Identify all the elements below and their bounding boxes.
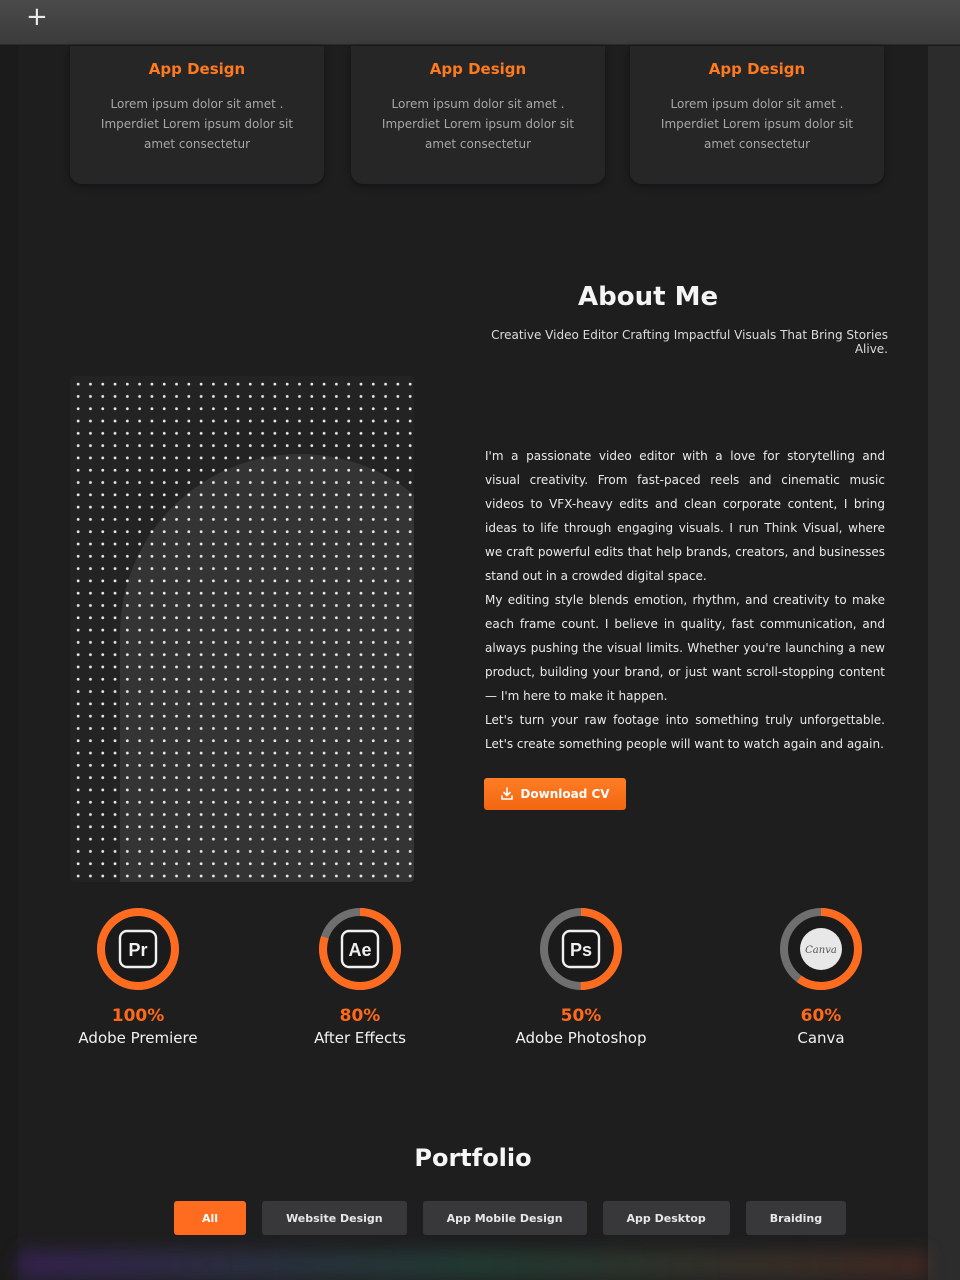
service-card-description: Lorem ipsum dolor sit amet . Imperdiet L… xyxy=(381,97,575,151)
page-content: App Design Lorem ipsum dolor sit amet . … xyxy=(18,46,928,1280)
skill-icon-text: Pr xyxy=(128,940,147,960)
window-edge xyxy=(928,46,960,1280)
portfolio-title: Portfolio xyxy=(414,1144,532,1172)
service-card-title: App Design xyxy=(708,60,806,78)
photoshop-icon: Ps xyxy=(540,908,622,990)
skill-percent: 80% xyxy=(339,1006,381,1026)
browser-toolbar: + xyxy=(0,0,960,45)
about-description: I'm a passionate video editor with a lov… xyxy=(485,444,885,756)
filter-all[interactable]: All xyxy=(174,1201,247,1235)
service-card-description: Lorem ipsum dolor sit amet . Imperdiet L… xyxy=(100,97,294,151)
plus-icon[interactable]: + xyxy=(26,4,48,30)
profile-silhouette xyxy=(120,454,414,882)
download-cv-button[interactable]: Download CV xyxy=(484,778,626,810)
premiere-icon: Pr xyxy=(97,908,179,990)
about-paragraph: Let's turn your raw footage into somethi… xyxy=(485,713,885,751)
skill-name: Adobe Premiere xyxy=(78,1029,198,1047)
service-card: App Design Lorem ipsum dolor sit amet . … xyxy=(351,46,605,184)
filter-app-desktop[interactable]: App Desktop xyxy=(602,1201,730,1235)
after-effects-icon: Ae xyxy=(319,908,401,990)
portfolio-filters: All Website Design App Mobile Design App… xyxy=(174,1201,847,1235)
skill-name: Adobe Photoshop xyxy=(515,1029,647,1047)
skill-item: Ae 80% After Effects xyxy=(270,906,450,1047)
skill-item: Ps 50% Adobe Photoshop xyxy=(491,906,671,1047)
about-title: About Me xyxy=(578,282,719,312)
dot-pattern-image xyxy=(70,376,414,882)
service-card-title: App Design xyxy=(148,60,246,78)
service-card: App Design Lorem ipsum dolor sit amet . … xyxy=(630,46,884,184)
service-card-title: App Design xyxy=(429,60,527,78)
skill-icon-text: Canva xyxy=(805,945,837,956)
skill-percent: 60% xyxy=(800,1006,842,1026)
skill-item: Canva 60% Canva xyxy=(731,906,911,1047)
skill-icon-text: Ps xyxy=(570,940,592,960)
service-card: App Design Lorem ipsum dolor sit amet . … xyxy=(70,46,324,184)
download-icon xyxy=(500,787,514,801)
skill-percent: 100% xyxy=(111,1006,165,1026)
service-card-description: Lorem ipsum dolor sit amet . Imperdiet L… xyxy=(660,97,854,151)
skill-icon-text: Ae xyxy=(348,940,371,960)
filter-app-mobile-design[interactable]: App Mobile Design xyxy=(422,1201,587,1235)
screen-glare xyxy=(18,1250,928,1280)
about-subtitle: Creative Video Editor Crafting Impactful… xyxy=(491,328,888,356)
skill-name: After Effects xyxy=(314,1029,406,1047)
skill-name: Canva xyxy=(797,1029,845,1047)
download-cv-label: Download CV xyxy=(520,787,610,801)
canva-icon: Canva xyxy=(780,908,862,990)
filter-braiding[interactable]: Braiding xyxy=(745,1201,847,1235)
skill-item: Pr 100% Adobe Premiere xyxy=(48,906,228,1047)
about-paragraph: I'm a passionate video editor with a lov… xyxy=(485,449,885,583)
filter-website-design[interactable]: Website Design xyxy=(262,1201,407,1235)
about-paragraph: My editing style blends emotion, rhythm,… xyxy=(485,593,885,703)
skill-percent: 50% xyxy=(560,1006,602,1026)
